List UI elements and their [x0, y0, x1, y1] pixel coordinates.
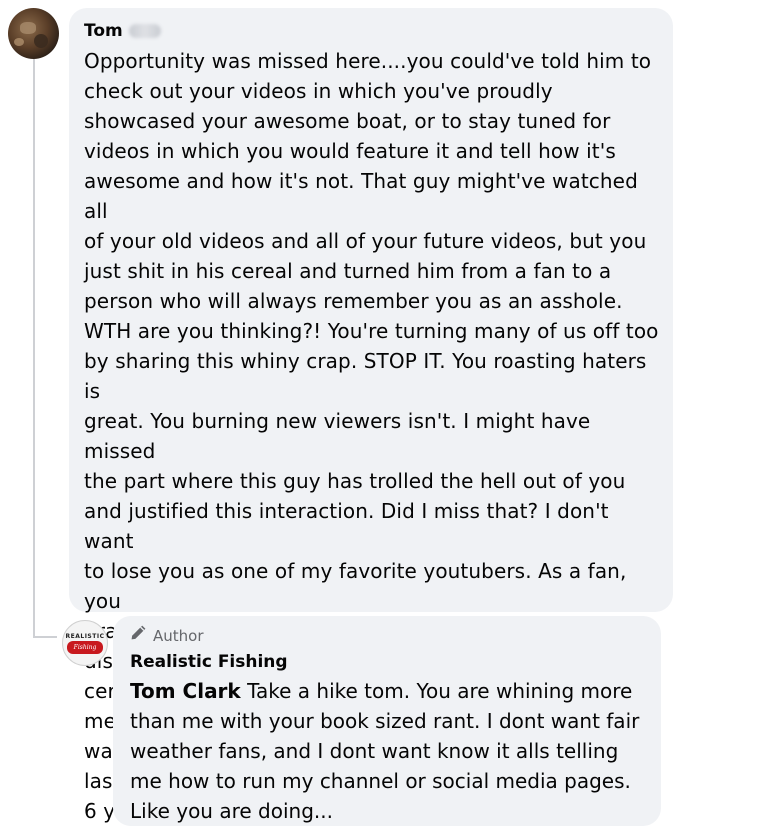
- thread-line: [33, 58, 35, 638]
- author-badge-label: Author: [153, 626, 204, 645]
- avatar-logo-top: REALISTIC: [65, 632, 105, 640]
- thread-branch: [33, 636, 57, 638]
- comment-author-first-name[interactable]: Tom: [84, 20, 123, 42]
- avatar-logo-bar: Fishing: [67, 640, 103, 654]
- pencil-icon: [130, 624, 147, 647]
- reply-text: Tom Clark Take a hike tom. You are whini…: [130, 676, 647, 826]
- commenter-avatar[interactable]: [8, 8, 59, 59]
- reply-avatar[interactable]: REALISTIC Fishing: [62, 620, 108, 666]
- comment-bubble: Tom Opportunity was missed here....you c…: [69, 8, 673, 823]
- reply-author[interactable]: Realistic Fishing: [130, 650, 647, 674]
- redacted-surname: [128, 24, 161, 38]
- mention-link[interactable]: Tom Clark: [130, 679, 241, 703]
- author-badge: Author: [130, 624, 647, 647]
- avatar-logo-bottom: Fishing: [73, 643, 97, 651]
- reply-bubble: Author Realistic Fishing Tom Clark Take …: [113, 616, 661, 826]
- comment-author[interactable]: Tom: [84, 20, 659, 42]
